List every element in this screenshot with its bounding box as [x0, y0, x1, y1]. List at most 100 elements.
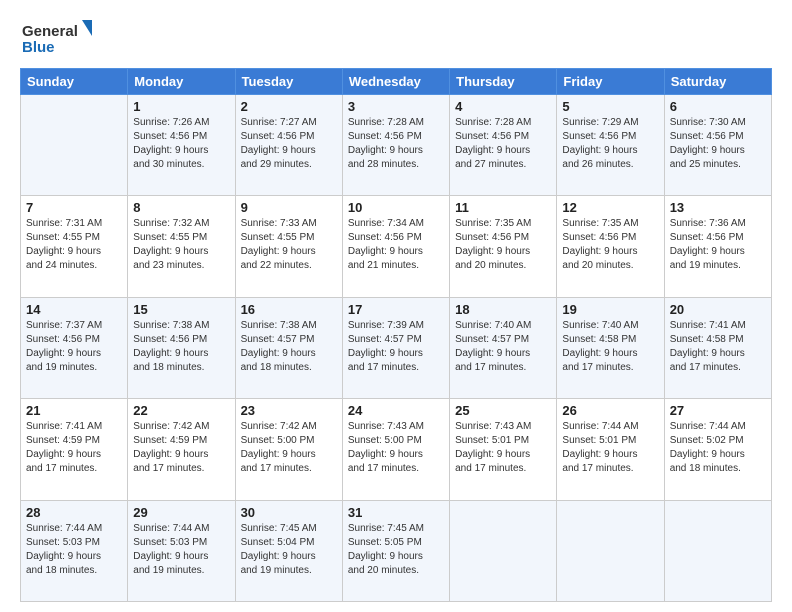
- table-row: 23 Sunrise: 7:42 AMSunset: 5:00 PMDayligh…: [235, 399, 342, 500]
- day-number: 2: [241, 99, 337, 114]
- day-number: 15: [133, 302, 229, 317]
- table-row: 5Sunrise: 7:29 AMSunset: 4:56 PMDaylight…: [557, 95, 664, 196]
- table-row: 31 Sunrise: 7:45 AMSunset: 5:05 PMDayligh…: [342, 500, 449, 601]
- table-row: 26 Sunrise: 7:44 AMSunset: 5:01 PMDayligh…: [557, 399, 664, 500]
- calendar-week-row: 7 Sunrise: 7:31 AMSunset: 4:55 PMDaylight…: [21, 196, 772, 297]
- calendar-week-row: 1 Sunrise: 7:26 AMSunset: 4:56 PMDaylight…: [21, 95, 772, 196]
- table-row: 1 Sunrise: 7:26 AMSunset: 4:56 PMDaylight…: [128, 95, 235, 196]
- logo: GeneralBlue: [20, 18, 100, 58]
- day-number: 21: [26, 403, 122, 418]
- table-row: 3 Sunrise: 7:28 AMSunset: 4:56 PMDaylight…: [342, 95, 449, 196]
- day-number: 17: [348, 302, 444, 317]
- day-info: Sunrise: 7:36 AMSunset: 4:56 PMDaylight:…: [670, 217, 766, 273]
- table-row: 27 Sunrise: 7:44 AMSunset: 5:02 PMDayligh…: [664, 399, 771, 500]
- table-row: 24 Sunrise: 7:43 AMSunset: 5:00 PMDayligh…: [342, 399, 449, 500]
- day-number: 23: [241, 403, 337, 418]
- day-number: 28: [26, 505, 122, 520]
- day-number: 31: [348, 505, 444, 520]
- calendar-header-row: Sunday Monday Tuesday Wednesday Thursday…: [21, 69, 772, 95]
- table-row: [21, 95, 128, 196]
- day-number: 16: [241, 302, 337, 317]
- table-row: 16 Sunrise: 7:38 AMSunset: 4:57 PMDayligh…: [235, 297, 342, 398]
- day-info: Sunrise: 7:34 AMSunset: 4:56 PMDaylight:…: [348, 217, 444, 273]
- day-number: 3: [348, 99, 444, 114]
- table-row: [664, 500, 771, 601]
- day-number: 6: [670, 99, 766, 114]
- day-info: Sunrise: 7:44 AMSunset: 5:01 PMDaylight:…: [562, 420, 658, 476]
- day-info: Sunrise: 7:41 AMSunset: 4:58 PMDaylight:…: [670, 319, 766, 375]
- day-info: Sunrise: 7:27 AMSunset: 4:56 PMDaylight:…: [241, 116, 337, 172]
- day-number: 12: [562, 200, 658, 215]
- col-monday: Monday: [128, 69, 235, 95]
- day-info: Sunrise: 7:38 AMSunset: 4:57 PMDaylight:…: [241, 319, 337, 375]
- day-info: Sunrise: 7:44 AMSunset: 5:03 PMDaylight:…: [26, 522, 122, 578]
- table-row: 22 Sunrise: 7:42 AMSunset: 4:59 PMDayligh…: [128, 399, 235, 500]
- day-number: 26: [562, 403, 658, 418]
- table-row: 9 Sunrise: 7:33 AMSunset: 4:55 PMDaylight…: [235, 196, 342, 297]
- svg-text:General: General: [22, 23, 78, 40]
- col-saturday: Saturday: [664, 69, 771, 95]
- calendar-week-row: 14 Sunrise: 7:37 AMSunset: 4:56 PMDayligh…: [21, 297, 772, 398]
- table-row: 7 Sunrise: 7:31 AMSunset: 4:55 PMDaylight…: [21, 196, 128, 297]
- day-number: 10: [348, 200, 444, 215]
- day-number: 4: [455, 99, 551, 114]
- table-row: 4 Sunrise: 7:28 AMSunset: 4:56 PMDaylight…: [450, 95, 557, 196]
- day-info: Sunrise: 7:45 AMSunset: 5:04 PMDaylight:…: [241, 522, 337, 578]
- table-row: 28 Sunrise: 7:44 AMSunset: 5:03 PMDayligh…: [21, 500, 128, 601]
- table-row: 30 Sunrise: 7:45 AMSunset: 5:04 PMDayligh…: [235, 500, 342, 601]
- table-row: 15Sunrise: 7:38 AMSunset: 4:56 PMDayligh…: [128, 297, 235, 398]
- day-number: 14: [26, 302, 122, 317]
- day-number: 18: [455, 302, 551, 317]
- svg-text:Blue: Blue: [22, 39, 55, 56]
- day-info: Sunrise: 7:28 AMSunset: 4:56 PMDaylight:…: [348, 116, 444, 172]
- day-info: Sunrise: 7:30 AMSunset: 4:56 PMDaylight:…: [670, 116, 766, 172]
- table-row: 18Sunrise: 7:40 AMSunset: 4:57 PMDayligh…: [450, 297, 557, 398]
- table-row: 11 Sunrise: 7:35 AMSunset: 4:56 PMDayligh…: [450, 196, 557, 297]
- day-number: 22: [133, 403, 229, 418]
- table-row: [557, 500, 664, 601]
- day-info: Sunrise: 7:39 AMSunset: 4:57 PMDaylight:…: [348, 319, 444, 375]
- day-info: Sunrise: 7:33 AMSunset: 4:55 PMDaylight:…: [241, 217, 337, 273]
- day-number: 20: [670, 302, 766, 317]
- day-number: 30: [241, 505, 337, 520]
- day-info: Sunrise: 7:29 AMSunset: 4:56 PMDaylight:…: [562, 116, 658, 172]
- table-row: 2 Sunrise: 7:27 AMSunset: 4:56 PMDaylight…: [235, 95, 342, 196]
- day-info: Sunrise: 7:37 AMSunset: 4:56 PMDaylight:…: [26, 319, 122, 375]
- table-row: 14 Sunrise: 7:37 AMSunset: 4:56 PMDayligh…: [21, 297, 128, 398]
- day-info: Sunrise: 7:40 AMSunset: 4:58 PMDaylight:…: [562, 319, 658, 375]
- day-number: 27: [670, 403, 766, 418]
- day-number: 24: [348, 403, 444, 418]
- day-info: Sunrise: 7:44 AMSunset: 5:02 PMDaylight:…: [670, 420, 766, 476]
- day-info: Sunrise: 7:35 AMSunset: 4:56 PMDaylight:…: [562, 217, 658, 273]
- day-number: 25: [455, 403, 551, 418]
- day-info: Sunrise: 7:41 AMSunset: 4:59 PMDaylight:…: [26, 420, 122, 476]
- day-info: Sunrise: 7:31 AMSunset: 4:55 PMDaylight:…: [26, 217, 122, 273]
- table-row: 21 Sunrise: 7:41 AMSunset: 4:59 PMDayligh…: [21, 399, 128, 500]
- day-info: Sunrise: 7:45 AMSunset: 5:05 PMDaylight:…: [348, 522, 444, 578]
- col-tuesday: Tuesday: [235, 69, 342, 95]
- day-info: Sunrise: 7:42 AMSunset: 5:00 PMDaylight:…: [241, 420, 337, 476]
- col-thursday: Thursday: [450, 69, 557, 95]
- day-number: 1: [133, 99, 229, 114]
- day-info: Sunrise: 7:44 AMSunset: 5:03 PMDaylight:…: [133, 522, 229, 578]
- day-number: 9: [241, 200, 337, 215]
- page: GeneralBlue Sunday Monday Tuesday Wednes…: [0, 0, 792, 612]
- calendar-week-row: 21 Sunrise: 7:41 AMSunset: 4:59 PMDayligh…: [21, 399, 772, 500]
- day-number: 11: [455, 200, 551, 215]
- day-info: Sunrise: 7:42 AMSunset: 4:59 PMDaylight:…: [133, 420, 229, 476]
- table-row: 8Sunrise: 7:32 AMSunset: 4:55 PMDaylight…: [128, 196, 235, 297]
- table-row: 29 Sunrise: 7:44 AMSunset: 5:03 PMDayligh…: [128, 500, 235, 601]
- table-row: 17 Sunrise: 7:39 AMSunset: 4:57 PMDayligh…: [342, 297, 449, 398]
- day-info: Sunrise: 7:26 AMSunset: 4:56 PMDaylight:…: [133, 116, 229, 172]
- table-row: 19Sunrise: 7:40 AMSunset: 4:58 PMDayligh…: [557, 297, 664, 398]
- day-info: Sunrise: 7:43 AMSunset: 5:00 PMDaylight:…: [348, 420, 444, 476]
- logo-svg: GeneralBlue: [20, 18, 100, 58]
- day-info: Sunrise: 7:43 AMSunset: 5:01 PMDaylight:…: [455, 420, 551, 476]
- day-number: 7: [26, 200, 122, 215]
- day-number: 29: [133, 505, 229, 520]
- day-info: Sunrise: 7:28 AMSunset: 4:56 PMDaylight:…: [455, 116, 551, 172]
- table-row: 20 Sunrise: 7:41 AMSunset: 4:58 PMDayligh…: [664, 297, 771, 398]
- table-row: 12 Sunrise: 7:35 AMSunset: 4:56 PMDayligh…: [557, 196, 664, 297]
- table-row: 6 Sunrise: 7:30 AMSunset: 4:56 PMDaylight…: [664, 95, 771, 196]
- day-info: Sunrise: 7:35 AMSunset: 4:56 PMDaylight:…: [455, 217, 551, 273]
